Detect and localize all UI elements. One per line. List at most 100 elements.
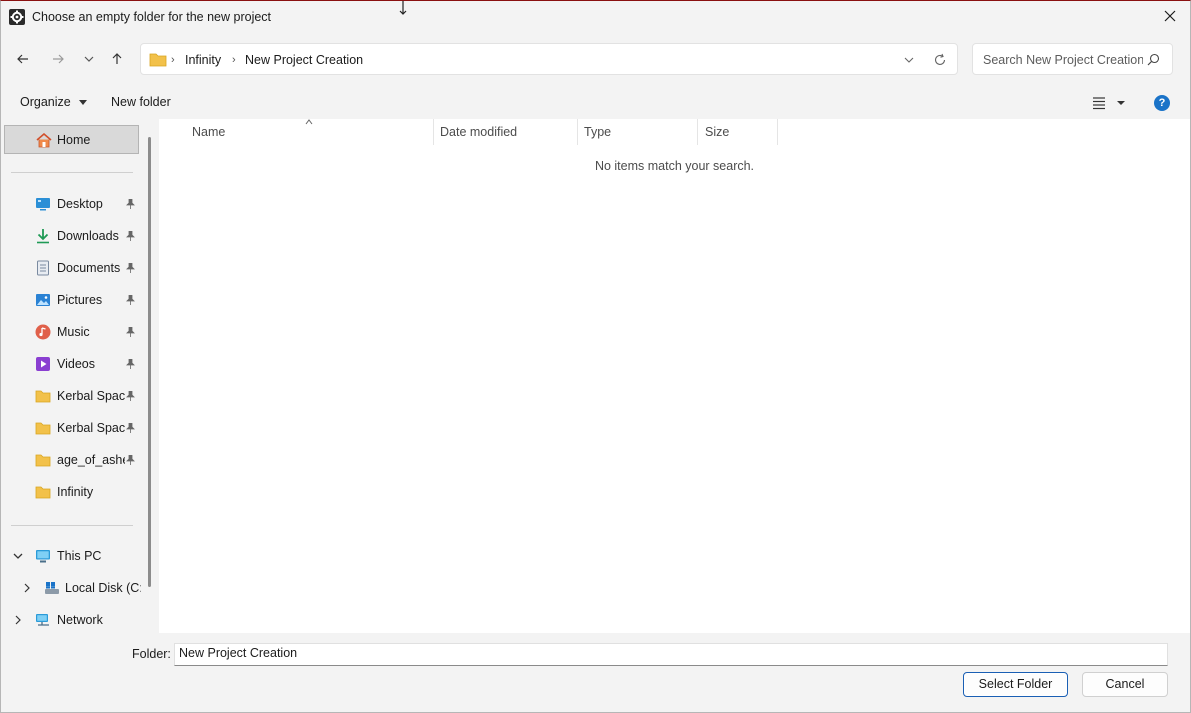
music-icon: [35, 324, 51, 340]
help-icon[interactable]: ?: [1154, 95, 1170, 111]
sidebar-item-infinity[interactable]: Infinity: [1, 478, 141, 506]
pin-icon[interactable]: [126, 391, 135, 401]
chevron-right-icon[interactable]: [13, 615, 23, 625]
chevron-right-icon[interactable]: [22, 583, 32, 593]
download-icon: [37, 229, 49, 244]
sidebar-item-downloads[interactable]: Downloads: [1, 222, 141, 250]
sidebar-item-label: Network: [57, 613, 103, 627]
address-bar[interactable]: › Infinity › New Project Creation: [140, 43, 958, 75]
organize-button[interactable]: Organize: [20, 95, 88, 109]
document-icon: [37, 260, 49, 276]
column-header-size[interactable]: Size: [705, 125, 729, 139]
window-title: Choose an empty folder for the new proje…: [32, 10, 272, 24]
sidebar-item-home[interactable]: Home: [4, 125, 139, 154]
sidebar-item-network[interactable]: Network: [1, 606, 141, 634]
sidebar-item-desktop[interactable]: Desktop: [1, 190, 141, 218]
folder-icon: [35, 454, 51, 467]
new-folder-button[interactable]: New folder: [111, 95, 171, 109]
search-icon[interactable]: [1147, 53, 1160, 66]
column-divider[interactable]: [777, 119, 778, 145]
divider: [11, 172, 133, 173]
navigation-bar: › Infinity › New Project Creation: [1, 39, 1190, 79]
pin-icon[interactable]: [126, 359, 135, 369]
organize-label: Organize: [20, 95, 71, 109]
pin-icon[interactable]: [126, 199, 135, 209]
close-icon[interactable]: [1162, 8, 1178, 24]
column-header-type[interactable]: Type: [584, 125, 611, 139]
sidebar-item-label: Infinity: [57, 485, 94, 499]
sidebar-item-videos[interactable]: Videos: [1, 350, 141, 378]
folder-icon: [149, 53, 167, 67]
sidebar-item-label: Home: [57, 133, 91, 147]
sidebar-item-local-disk[interactable]: Local Disk (C:): [1, 574, 141, 602]
folder-icon: [35, 422, 51, 435]
arrow-left-icon[interactable]: [13, 49, 33, 69]
arrow-right-icon[interactable]: [48, 49, 68, 69]
chevron-down-icon[interactable]: [79, 49, 99, 69]
breadcrumb-new-project-creation[interactable]: New Project Creation: [245, 53, 363, 67]
sidebar-item-label: Kerbal Space: [57, 421, 125, 435]
breadcrumb-separator: ›: [232, 54, 236, 66]
folder-name-field[interactable]: New Project Creation: [174, 643, 1168, 666]
resize-cursor-icon: [399, 1, 407, 15]
select-folder-button[interactable]: Select Folder: [963, 672, 1068, 697]
scrollbar-thumb[interactable]: [148, 137, 151, 587]
sidebar-item-label: Local Disk (C:): [65, 581, 141, 595]
sidebar-item-this-pc[interactable]: This PC: [1, 542, 141, 570]
sort-ascending-icon: [305, 119, 313, 125]
column-divider[interactable]: [433, 119, 434, 145]
video-icon: [36, 357, 50, 371]
caret-down-icon: [79, 100, 88, 106]
chevron-down-icon[interactable]: [903, 54, 915, 66]
title-bar: Choose an empty folder for the new proje…: [1, 1, 1190, 33]
sidebar-item-label: Music: [57, 325, 90, 339]
sidebar-item-documents[interactable]: Documents: [1, 254, 141, 282]
chevron-down-icon[interactable]: [13, 551, 23, 561]
pin-icon[interactable]: [126, 231, 135, 241]
pin-icon[interactable]: [126, 327, 135, 337]
column-divider[interactable]: [697, 119, 698, 145]
divider: [11, 525, 133, 526]
drive-icon: [45, 582, 59, 594]
gear-icon: [9, 9, 25, 25]
pin-icon[interactable]: [126, 263, 135, 273]
sidebar-item-kerbal-space-2[interactable]: Kerbal Space: [1, 414, 141, 442]
cancel-button[interactable]: Cancel: [1082, 672, 1168, 697]
pin-icon[interactable]: [126, 295, 135, 305]
pin-icon[interactable]: [126, 423, 135, 433]
sidebar-item-label: Videos: [57, 357, 95, 371]
view-options-button[interactable]: [1091, 96, 1127, 113]
column-header-date-modified[interactable]: Date modified: [440, 125, 517, 139]
pin-icon[interactable]: [126, 455, 135, 465]
sidebar-item-label: Desktop: [57, 197, 103, 211]
sidebar-item-label: This PC: [57, 549, 102, 563]
column-header-name[interactable]: Name: [192, 125, 225, 139]
column-divider[interactable]: [577, 119, 578, 145]
breadcrumb-infinity[interactable]: Infinity: [185, 53, 221, 67]
home-icon: [36, 133, 52, 148]
empty-state-message: No items match your search.: [594, 159, 755, 173]
sidebar-item-label: age_of_ashes: [57, 453, 125, 467]
sidebar-scrollbar[interactable]: [147, 121, 153, 633]
breadcrumb-separator: ›: [171, 54, 175, 66]
sidebar-item-label: Pictures: [57, 293, 103, 307]
arrow-up-icon[interactable]: [107, 49, 127, 69]
sidebar-item-label: Documents: [57, 261, 121, 275]
search-input[interactable]: [981, 50, 1145, 70]
list-view-icon: [1093, 97, 1125, 110]
dialog-footer: Folder: New Project Creation Select Fold…: [1, 633, 1190, 712]
computer-icon: [36, 550, 50, 563]
pictures-icon: [36, 294, 50, 306]
sidebar-item-age-of-ashes[interactable]: age_of_ashes: [1, 446, 141, 474]
sidebar-item-music[interactable]: Music: [1, 318, 141, 346]
file-dialog-window: Choose an empty folder for the new proje…: [0, 0, 1191, 713]
network-icon: [36, 614, 49, 626]
refresh-icon[interactable]: [933, 53, 947, 67]
sidebar-item-kerbal-space[interactable]: Kerbal Space: [1, 382, 141, 410]
folder-label: Folder:: [132, 647, 171, 661]
folder-icon: [35, 390, 51, 403]
file-list: Name Date modified Type Size No items ma…: [159, 119, 1190, 633]
sidebar-item-pictures[interactable]: Pictures: [1, 286, 141, 314]
command-toolbar: Organize New folder ?: [1, 89, 1190, 117]
search-box[interactable]: [972, 43, 1173, 75]
